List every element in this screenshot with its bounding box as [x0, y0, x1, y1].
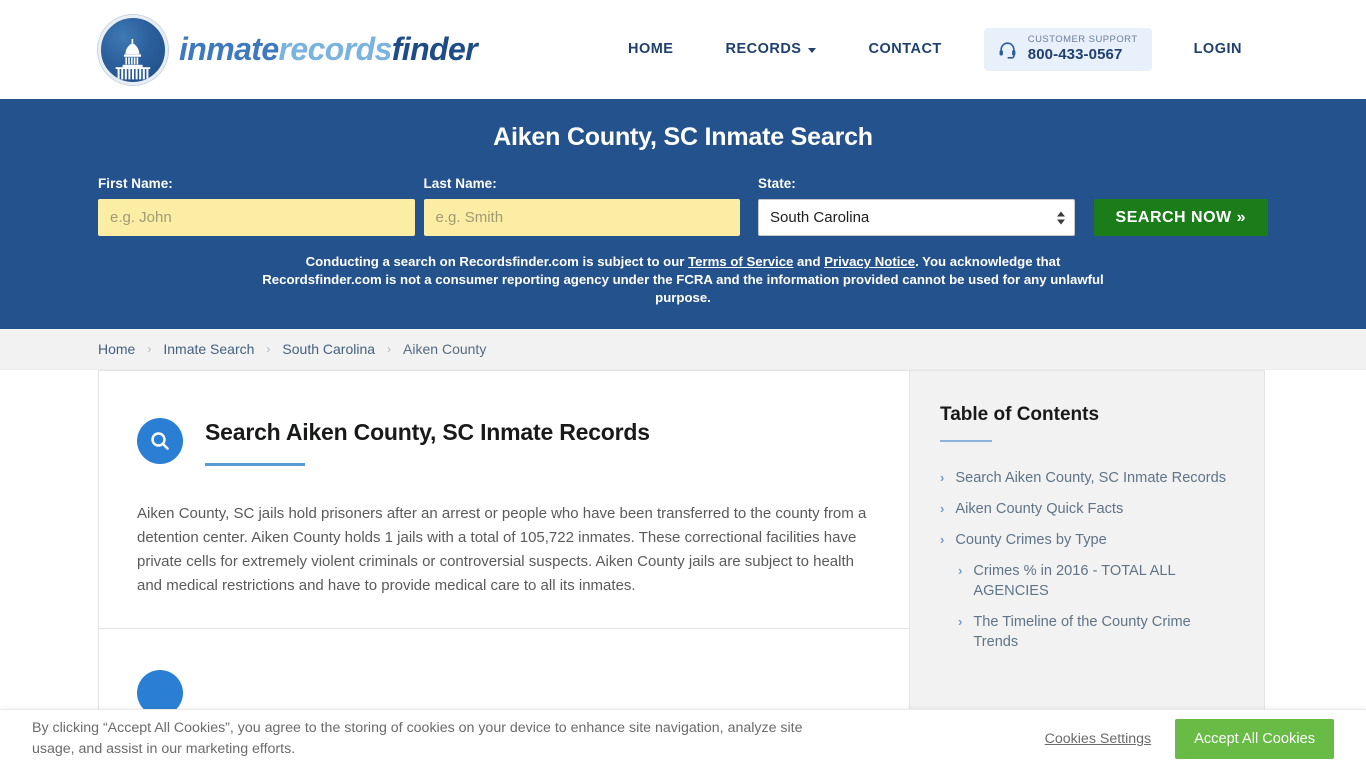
breadcrumb-separator: ›	[387, 342, 392, 356]
state-label: State:	[758, 176, 796, 191]
chevron-right-icon: ›	[958, 614, 963, 629]
first-name-field-group: First Name:	[98, 176, 415, 236]
main-navigation: HOME RECORDS CONTACT CUSTOMER SUPPORT 80…	[602, 28, 1268, 71]
chevron-right-icon: ›	[958, 563, 963, 578]
chevron-right-icon: ›	[940, 501, 945, 516]
hero-search-section: Aiken County, SC Inmate Search First Nam…	[0, 99, 1366, 329]
toc-link[interactable]: County Crimes by Type	[955, 530, 1106, 550]
cookie-banner-actions: Cookies Settings Accept All Cookies	[1045, 719, 1334, 759]
toc-item-crimes-percent-2016[interactable]: › Crimes % in 2016 - TOTAL ALL AGENCIES	[940, 561, 1234, 601]
toc-link[interactable]: Aiken County Quick Facts	[955, 499, 1123, 519]
main-content-column: Search Aiken County, SC Inmate Records A…	[98, 370, 910, 717]
section-title: Search Aiken County, SC Inmate Records	[205, 419, 650, 445]
site-logo[interactable]: inmaterecordsfinder	[98, 14, 478, 85]
table-of-contents: Table of Contents › Search Aiken County,…	[909, 370, 1265, 739]
toc-list: › Search Aiken County, SC Inmate Records…	[940, 468, 1234, 652]
chevron-down-icon	[808, 47, 817, 53]
breadcrumb-inmate-search[interactable]: Inmate Search	[163, 341, 254, 357]
nav-records[interactable]: RECORDS	[699, 41, 842, 57]
breadcrumb-aiken-county: Aiken County	[403, 341, 487, 357]
magnifier-icon	[137, 418, 183, 464]
cookies-settings-button[interactable]: Cookies Settings	[1045, 731, 1151, 747]
nav-records-label: RECORDS	[725, 41, 802, 58]
breadcrumb-home[interactable]: Home	[98, 341, 135, 357]
first-name-label: First Name:	[98, 176, 173, 191]
cookie-consent-banner: By clicking “Accept All Cookies”, you ag…	[0, 709, 1366, 768]
nav-login[interactable]: LOGIN	[1168, 41, 1268, 57]
cookie-banner-text: By clicking “Accept All Cookies”, you ag…	[32, 720, 803, 757]
search-disclaimer: Conducting a search on Recordsfinder.com…	[253, 253, 1113, 307]
toc-link[interactable]: The Timeline of the County Crime Trends	[973, 612, 1234, 652]
chevron-right-icon: ›	[940, 532, 945, 547]
search-now-button[interactable]: SEARCH NOW »	[1093, 199, 1268, 236]
title-underline	[205, 463, 305, 466]
nav-home[interactable]: HOME	[602, 41, 700, 57]
nav-login-label: LOGIN	[1193, 41, 1242, 58]
brand-wordmark: inmaterecordsfinder	[179, 31, 478, 68]
chevron-right-icon: ›	[940, 470, 945, 485]
brand-part-records: records	[278, 31, 393, 67]
section-paragraph: Aiken County, SC jails hold prisoners af…	[137, 505, 867, 594]
toc-item-search-records[interactable]: › Search Aiken County, SC Inmate Records	[940, 468, 1234, 488]
nav-contact[interactable]: CONTACT	[842, 41, 967, 57]
brand-part-inmate: inmate	[179, 31, 279, 67]
quick-facts-card	[98, 629, 910, 717]
last-name-label: Last Name:	[423, 176, 497, 191]
page-title: Aiken County, SC Inmate Search	[493, 123, 873, 151]
last-name-field-group: Last Name:	[423, 176, 741, 236]
headset-icon	[998, 40, 1017, 59]
state-field-group: State: South Carolina	[758, 176, 1075, 236]
breadcrumb: Home › Inmate Search › South Carolina › …	[0, 329, 1366, 370]
toc-item-quick-facts[interactable]: › Aiken County Quick Facts	[940, 499, 1234, 519]
state-select[interactable]: South Carolina	[758, 199, 1075, 236]
section-header: Search Aiken County, SC Inmate Records	[137, 415, 871, 466]
capitol-dome-icon	[98, 14, 168, 85]
first-name-input[interactable]	[98, 199, 415, 236]
inmate-search-form: First Name: Last Name: State: South Caro…	[98, 176, 1268, 236]
nav-home-label: HOME	[627, 41, 674, 58]
toc-link[interactable]: Search Aiken County, SC Inmate Records	[955, 468, 1226, 488]
page-content: Search Aiken County, SC Inmate Records A…	[0, 370, 1366, 739]
disclaimer-part2: and	[793, 254, 825, 269]
toc-item-county-crimes-by-type[interactable]: › County Crimes by Type	[940, 530, 1234, 550]
brand-part-finder: finder	[391, 31, 478, 67]
toc-item-crime-trends-timeline[interactable]: › The Timeline of the County Crime Trend…	[940, 612, 1234, 652]
search-records-card: Search Aiken County, SC Inmate Records A…	[98, 370, 910, 629]
breadcrumb-separator: ›	[266, 342, 271, 356]
toc-link[interactable]: Crimes % in 2016 - TOTAL ALL AGENCIES	[973, 561, 1234, 601]
disclaimer-part1: Conducting a search on Recordsfinder.com…	[305, 254, 689, 269]
toc-underline	[940, 440, 992, 442]
terms-of-service-link[interactable]: Terms of Service	[688, 254, 793, 269]
nav-contact-label: CONTACT	[868, 41, 942, 58]
support-label: CUSTOMER SUPPORT	[1027, 34, 1138, 46]
breadcrumb-separator: ›	[147, 342, 152, 356]
customer-support-pill[interactable]: CUSTOMER SUPPORT 800-433-0567	[983, 28, 1152, 71]
accept-all-cookies-button[interactable]: Accept All Cookies	[1175, 719, 1334, 759]
support-phone: 800-433-0567	[1027, 46, 1123, 64]
privacy-notice-link[interactable]: Privacy Notice	[824, 254, 915, 269]
breadcrumb-south-carolina[interactable]: South Carolina	[282, 341, 375, 357]
toc-title: Table of Contents	[940, 404, 1100, 425]
site-header: inmaterecordsfinder HOME RECORDS CONTACT…	[0, 0, 1366, 99]
last-name-input[interactable]	[423, 199, 741, 236]
